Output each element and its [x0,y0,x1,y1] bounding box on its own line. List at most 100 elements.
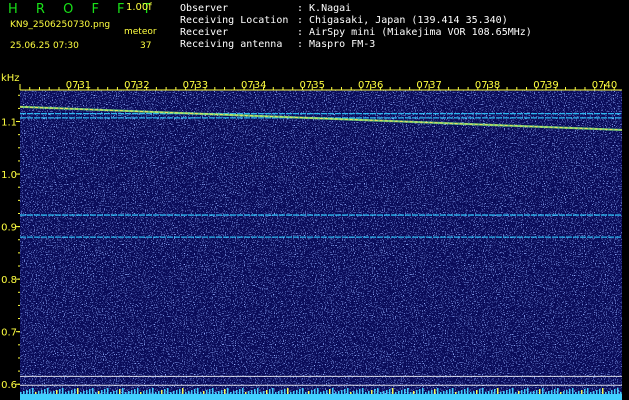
baseline-noise-spike [530,392,532,394]
baseline-noise-spike [95,392,97,394]
baseline-noise-spike [542,388,544,394]
baseline-noise-spike [338,391,340,394]
baseline-noise-spike [605,392,607,394]
baseline-noise-spike [248,391,250,394]
baseline-noise-spike [317,388,319,394]
x-tick-label: 0734 [241,80,266,91]
baseline-noise-spike [485,392,487,394]
baseline-noise-spike [407,388,409,394]
baseline-noise-spike [131,390,133,394]
baseline-noise-spike [536,390,538,394]
baseline-noise-spike [263,391,265,394]
x-tick-label: 0739 [533,80,558,91]
baseline-noise-spike [608,391,610,394]
baseline-noise-spike [452,388,454,394]
baseline-noise-spike [377,388,379,394]
baseline-noise-spike [581,390,583,394]
baseline-noise-spike [164,389,166,394]
baseline-noise-spike [512,388,514,394]
baseline-noise-spike [41,390,43,394]
baseline-noise-spike [227,388,229,394]
baseline-noise-spike [275,392,277,394]
baseline-noise-spike [269,389,271,394]
baseline-noise-spike [413,391,415,394]
baseline-noise-spike [32,388,34,394]
baseline-noise-spike [62,388,64,394]
x-tick-label: 0738 [475,80,500,91]
baseline-noise-spike [422,388,424,394]
baseline-noise-spike [146,390,148,394]
baseline-noise-spike [533,391,535,394]
baseline-noise-spike [77,388,79,394]
baseline-noise-spike [140,392,142,394]
baseline-noise-spike [200,392,202,394]
x-tick-label: 0733 [183,80,208,91]
baseline-noise-spike [173,391,175,394]
baseline-noise-spike [416,390,418,394]
baseline-noise-spike [161,390,163,394]
baseline-noise-spike [86,390,88,394]
baseline-noise-spike [563,391,565,394]
baseline-noise-spike [278,391,280,394]
baseline-noise-spike [50,392,52,394]
baseline-noise-spike [551,390,553,394]
baseline-noise-spike [122,388,124,394]
baseline-noise-spike [224,389,226,394]
baseline-noise-spike [155,392,157,394]
baseline-noise-spike [170,392,172,394]
baseline-noise-spike [521,390,523,394]
baseline-noise-spike [461,390,463,394]
baseline-noise-spike [566,390,568,394]
baseline-noise-spike [440,392,442,394]
x-tick-label: 0737 [416,80,441,91]
baseline-noise-spike [110,392,112,394]
baseline-noise-spike [620,392,622,394]
baseline-noise-spike [350,392,352,394]
baseline-noise-spike [455,392,457,394]
baseline-noise-spike [314,389,316,394]
baseline-noise-spike [560,392,562,394]
baseline-noise-spike [404,389,406,394]
y-tick-label: 1.1 [1,118,17,129]
y-tick-label: 1.0 [1,170,17,181]
baseline-noise-spike [353,391,355,394]
baseline-noise-spike [107,388,109,394]
baseline-noise-spike [254,389,256,394]
baseline-noise-spike [203,391,205,394]
baseline-noise-spike [392,388,394,394]
x-tick-label: 0740 [592,80,617,91]
baseline-noise-spike [65,392,67,394]
baseline-noise-spike [281,390,283,394]
baseline-noise-spike [488,391,490,394]
baseline-noise-spike [104,389,106,394]
baseline-noise-spike [92,388,94,394]
baseline-noise-spike [29,389,31,394]
baseline-noise-spike [593,391,595,394]
baseline-noise-spike [548,391,550,394]
baseline-noise-spike [35,392,37,394]
baseline-noise-spike [101,390,103,394]
baseline-noise-spike [134,389,136,394]
baseline-noise-spike [524,389,526,394]
spectrogram-chart: 0731 0732 0733 0734 0735 0736 0737 0738 0739 0740… [1,80,623,400]
baseline-noise-spike [434,389,436,394]
baseline-noise-spike [197,388,199,394]
baseline-noise-spike [293,391,295,394]
baseline-noise-spike [428,391,430,394]
y-tick-label: 0.8 [1,275,17,286]
baseline-noise-spike [518,391,520,394]
baseline-noise-spike [38,391,40,394]
baseline-noise-spike [167,388,169,394]
baseline-noise-spike [506,390,508,394]
baseline-noise-spike [467,388,469,394]
x-tick-label: 0732 [124,80,149,91]
x-tick-label: 0731 [66,80,91,91]
baseline-noise-spike [257,388,259,394]
baseline-noise-spike [446,390,448,394]
baseline-noise-spike [554,389,556,394]
baseline-noise-spike [260,392,262,394]
baseline-noise-spike [179,389,181,394]
baseline-noise-spike [545,392,547,394]
baseline-noise-spike [56,390,58,394]
baseline-noise-spike [329,389,331,394]
